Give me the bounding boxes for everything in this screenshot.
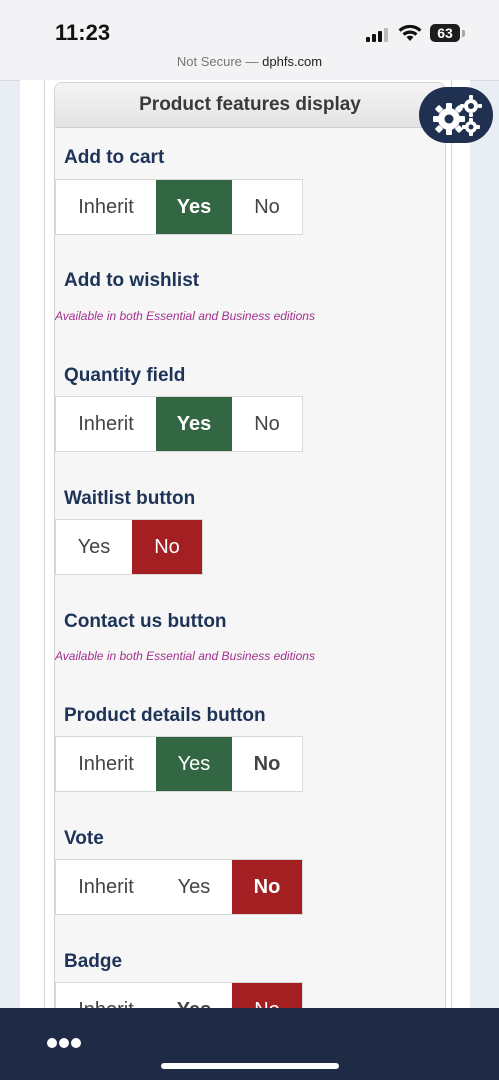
- feature-label-product-details-button: Product details button: [64, 705, 266, 726]
- product-details-inherit-option[interactable]: Inherit: [56, 737, 156, 791]
- feature-label-add-to-wishlist: Add to wishlist: [64, 270, 200, 291]
- quantity-field-yes-option[interactable]: Yes: [156, 397, 232, 451]
- badge-no-option[interactable]: No: [232, 983, 302, 1009]
- quantity-field-toggle: Inherit Yes No: [55, 396, 303, 452]
- contact-us-edition-note: Available in both Essential and Business…: [55, 649, 315, 663]
- settings-button[interactable]: [419, 87, 493, 143]
- waitlist-no-option[interactable]: No: [132, 520, 202, 574]
- quantity-field-no-option[interactable]: No: [232, 397, 302, 451]
- security-label: Not Secure —: [176, 54, 263, 69]
- product-details-toggle: Inherit Yes No: [55, 736, 303, 792]
- more-dots-icon[interactable]: [46, 1036, 82, 1050]
- status-bar: 11:23 63 Not Secure — dphfs.com: [0, 0, 499, 81]
- feature-label-badge: Badge: [64, 951, 123, 972]
- cellular-signal-icon: [366, 28, 388, 42]
- product-features-panel: Product features display Add to cart Inh…: [54, 82, 446, 1009]
- product-details-yes-option[interactable]: Yes: [156, 737, 232, 791]
- vote-toggle: Inherit Yes No: [55, 859, 303, 915]
- feature-label-waitlist-button: Waitlist button: [64, 488, 196, 509]
- vote-yes-option[interactable]: Yes: [156, 860, 232, 914]
- waitlist-yes-option[interactable]: Yes: [56, 520, 132, 574]
- add-to-cart-no-option[interactable]: No: [232, 180, 302, 234]
- panel-title: Product features display: [55, 83, 445, 128]
- battery-tip: [462, 30, 465, 37]
- waitlist-button-toggle: Yes No: [55, 519, 203, 575]
- add-to-cart-yes-option[interactable]: Yes: [156, 180, 232, 234]
- badge-inherit-option[interactable]: Inherit: [56, 983, 156, 1009]
- quantity-field-inherit-option[interactable]: Inherit: [56, 397, 156, 451]
- feature-label-quantity-field: Quantity field: [64, 365, 186, 386]
- home-indicator[interactable]: [161, 1063, 339, 1069]
- gears-icon: [433, 95, 482, 136]
- badge-toggle: Inherit Yes No: [55, 982, 303, 1009]
- badge-yes-option[interactable]: Yes: [156, 983, 232, 1009]
- feature-label-contact-us-button: Contact us button: [64, 611, 227, 632]
- wishlist-edition-note: Available in both Essential and Business…: [55, 309, 315, 323]
- add-to-cart-toggle: Inherit Yes No: [55, 179, 303, 235]
- add-to-cart-inherit-option[interactable]: Inherit: [56, 180, 156, 234]
- address-bar[interactable]: Not Secure — dphfs.com: [0, 54, 499, 69]
- status-time: 11:23: [55, 20, 111, 45]
- feature-label-add-to-cart: Add to cart: [64, 147, 165, 168]
- vote-no-option[interactable]: No: [232, 860, 302, 914]
- battery-icon: 63: [430, 24, 460, 42]
- product-details-no-option[interactable]: No: [232, 737, 302, 791]
- vote-inherit-option[interactable]: Inherit: [56, 860, 156, 914]
- wifi-icon: [398, 24, 422, 41]
- url-domain: dphfs.com: [262, 54, 323, 69]
- feature-label-vote: Vote: [64, 828, 104, 849]
